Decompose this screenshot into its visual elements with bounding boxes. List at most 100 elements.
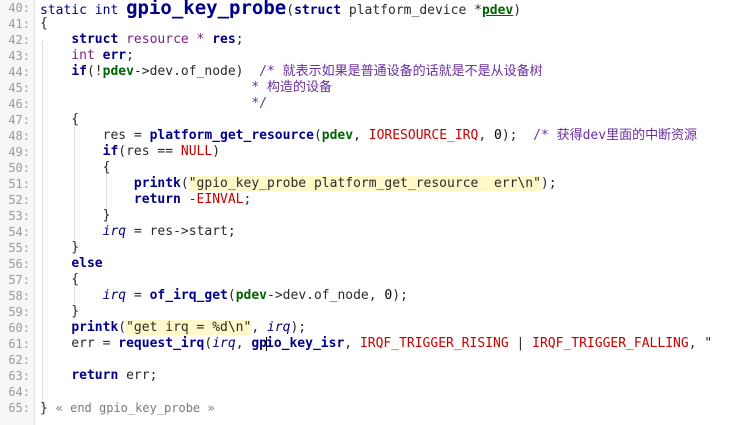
line-number: 55: — [8, 241, 30, 255]
code-token: * 构造的设备 — [40, 80, 332, 95]
code-line[interactable]: 48: res = platform_get_resource(pdev, IO… — [0, 128, 729, 144]
code-token: ); — [540, 176, 557, 191]
code-token: = res->start; — [126, 224, 236, 239]
code-token: res = — [40, 128, 150, 143]
fold-marker[interactable]: « end gpio_key_probe » — [56, 401, 215, 415]
line-number: 57: — [8, 273, 30, 287]
code-line[interactable]: 53: } — [0, 208, 729, 224]
code-line[interactable]: 45: * 构造的设备 — [0, 80, 729, 96]
code-token: { — [40, 16, 48, 31]
line-number: 62: — [8, 353, 30, 367]
code-text: struct resource * res; — [40, 32, 243, 48]
line-number: 51: — [8, 177, 30, 191]
code-text: } — [40, 240, 79, 256]
code-line[interactable]: 62: — [0, 352, 729, 368]
code-text: printk("get irq = %d\n", irq); — [40, 320, 306, 336]
code-line[interactable]: 49: if(res == NULL) — [0, 144, 729, 160]
code-token: { — [40, 160, 111, 175]
code-text: if(!pdev->dev.of_node) /* 就表示如果是普通设备的话就是… — [40, 64, 542, 80]
code-token: struct — [71, 32, 119, 47]
code-line[interactable]: 64: — [0, 384, 729, 400]
code-token: err; — [118, 368, 158, 383]
code-line[interactable]: 55: } — [0, 240, 729, 256]
code-line[interactable]: 43: int err; — [0, 48, 729, 64]
code-text: if(res == NULL) — [40, 144, 220, 160]
code-text: * 构造的设备 — [40, 80, 332, 96]
code-text: printk("gpio_key_probe platform_get_reso… — [40, 176, 557, 192]
code-token: int — [40, 48, 103, 63]
line-number: 64: — [8, 385, 30, 399]
code-line[interactable]: 46: */ — [0, 96, 729, 112]
line-number: 56: — [8, 257, 30, 271]
code-line[interactable]: 52: return -EINVAL; — [0, 192, 729, 208]
code-token: } — [40, 401, 56, 416]
code-line[interactable]: 40: static int gpio_key_probe(struct plat… — [0, 0, 729, 18]
line-number: 46: — [8, 97, 30, 111]
code-token: irq — [102, 224, 127, 239]
code-line[interactable]: 58: irq = of_irq_get(pdev->dev.of_node, … — [0, 288, 729, 304]
code-token: irq — [267, 320, 291, 335]
line-number: 44: — [8, 65, 30, 79]
code-token: pdev — [321, 128, 354, 143]
line-number: 49: — [8, 145, 30, 159]
code-token: /* 获得dev里面的中断资源 — [533, 128, 698, 143]
code-line[interactable]: 65:} « end gpio_key_probe » — [0, 400, 729, 416]
code-token: ->dev.of_node) — [133, 64, 260, 79]
code-token: IORESOURCE_IRQ — [368, 128, 479, 143]
code-line[interactable]: 42: struct resource * res; — [0, 32, 729, 48]
code-line[interactable]: 63: return err; — [0, 368, 729, 384]
code-token: , — [353, 128, 369, 143]
code-line[interactable]: 50: { — [0, 160, 729, 176]
code-line[interactable]: 44: if(!pdev->dev.of_node) /* 就表示如果是普通设备… — [0, 64, 729, 80]
code-token: gp — [251, 336, 267, 351]
code-token: pdev — [102, 64, 134, 79]
code-token: */ — [40, 96, 267, 111]
code-line[interactable]: 47: { — [0, 112, 729, 128]
code-token: - — [180, 192, 197, 207]
line-number: 63: — [8, 369, 30, 383]
line-number: 59: — [8, 305, 30, 319]
code-token: NULL — [180, 144, 213, 159]
code-token: io_key_isr — [266, 336, 345, 351]
code-line[interactable]: 56: else — [0, 256, 729, 272]
line-number: 54: — [8, 225, 30, 239]
code-token: ; — [126, 48, 134, 63]
code-token: { — [40, 112, 80, 127]
line-number: 41: — [8, 17, 30, 31]
code-line[interactable]: 61: err = request_irq(irq, gpio_key_isr,… — [0, 336, 729, 352]
code-token: err = — [40, 336, 119, 351]
code-line[interactable]: 57: { — [0, 272, 729, 288]
code-token: "gpio_key_probe platform_get_resource er… — [188, 176, 541, 191]
code-token: (! — [86, 64, 103, 79]
code-token: if — [102, 144, 119, 159]
code-text: { — [40, 272, 79, 288]
code-text: } — [40, 208, 111, 224]
code-line[interactable]: 59: } — [0, 304, 729, 320]
code-token: irq — [212, 336, 236, 351]
code-line[interactable]: 54: irq = res->start; — [0, 224, 729, 240]
code-text: { — [40, 16, 48, 32]
code-token: IRQF_TRIGGER_FALLING — [532, 336, 689, 351]
code-token: | — [508, 336, 533, 351]
code-token: } — [40, 208, 111, 223]
code-line[interactable]: 41: { — [0, 16, 729, 32]
line-number: 50: — [8, 161, 30, 175]
line-number: 47: — [8, 113, 30, 127]
code-text: } — [40, 304, 79, 320]
code-token: 0 — [493, 128, 502, 143]
code-token: return — [133, 192, 181, 207]
code-token: ( — [313, 128, 322, 143]
code-line[interactable]: 51: printk("gpio_key_probe platform_get_… — [0, 176, 729, 192]
code-line[interactable]: 60: printk("get irq = %d\n", irq); — [0, 320, 729, 336]
code-token: ; — [243, 192, 252, 207]
line-number: 58: — [8, 289, 30, 303]
code-token: , — [235, 336, 252, 351]
code-editor[interactable]: 40: static int gpio_key_probe(struct plat… — [0, 0, 729, 425]
code-token: "get irq = %d\n" — [126, 320, 252, 335]
